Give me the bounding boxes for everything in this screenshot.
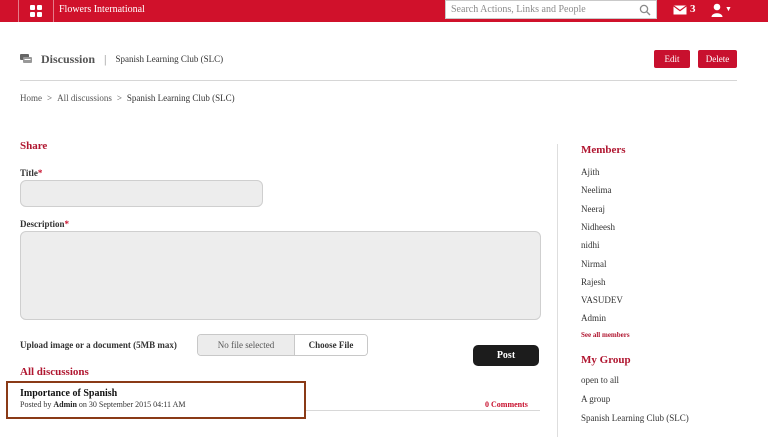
page-subtitle: Spanish Learning Club (SLC): [115, 54, 224, 64]
member-item[interactable]: Neelima: [581, 185, 612, 195]
magnifier-icon[interactable]: [639, 4, 651, 16]
post-button[interactable]: Post: [473, 345, 539, 366]
required-mark: *: [37, 168, 43, 178]
share-heading: Share: [20, 140, 48, 152]
member-item[interactable]: Nidheesh: [581, 222, 615, 232]
apps-menu-button[interactable]: [24, 0, 48, 22]
member-item[interactable]: Ajith: [581, 167, 600, 177]
group-item[interactable]: open to all: [581, 375, 619, 385]
brand-name[interactable]: Flowers International: [59, 4, 145, 15]
search-box[interactable]: [445, 0, 657, 19]
description-label-text: Description: [20, 219, 65, 229]
discussion-meta: Posted by Admin on 30 September 2015 04:…: [20, 400, 304, 409]
discussion-title[interactable]: Importance of Spanish: [20, 388, 304, 399]
message-count[interactable]: 3: [690, 3, 696, 15]
file-upload-control[interactable]: No file selected Choose File: [197, 334, 368, 356]
edit-button[interactable]: Edit: [654, 50, 690, 68]
breadcrumb-home[interactable]: Home: [20, 93, 42, 103]
title-field[interactable]: [20, 180, 263, 207]
top-bar: Flowers International 3 ▼: [0, 0, 768, 22]
member-item[interactable]: VASUDEV: [581, 295, 623, 305]
member-item[interactable]: Admin: [581, 313, 606, 323]
topbar-divider: [53, 0, 54, 22]
posted-by-prefix: Posted by: [20, 400, 52, 409]
file-status: No file selected: [198, 335, 294, 355]
breadcrumb-current: Spanish Learning Club (SLC): [126, 93, 235, 103]
member-item[interactable]: Neeraj: [581, 204, 605, 214]
comments-link[interactable]: 0 Comments: [485, 400, 528, 409]
choose-file-button[interactable]: Choose File: [294, 335, 367, 355]
chevron-down-icon[interactable]: ▼: [725, 5, 732, 13]
title-label-text: Title: [20, 168, 38, 178]
breadcrumb-all-discussions[interactable]: All discussions: [57, 93, 112, 103]
group-item[interactable]: Spanish Learning Club (SLC): [581, 413, 689, 423]
upload-label: Upload image or a document (5MB max): [20, 340, 177, 350]
envelope-icon[interactable]: [673, 5, 687, 15]
breadcrumb-separator: >: [116, 93, 122, 103]
discussion-divider: [306, 410, 540, 411]
members-heading: Members: [581, 144, 626, 156]
user-icon[interactable]: [711, 3, 723, 17]
page-header: Discussion | Spanish Learning Club (SLC): [20, 50, 223, 68]
topbar-divider: [18, 0, 19, 22]
member-item[interactable]: nidhi: [581, 240, 600, 250]
required-mark: *: [64, 219, 70, 229]
description-field[interactable]: [20, 231, 541, 320]
see-all-members-link[interactable]: See all members: [581, 331, 630, 339]
breadcrumb-separator: >: [47, 93, 53, 103]
description-label: Description*: [20, 219, 69, 229]
grid-icon: [30, 5, 42, 17]
all-discussions-heading: All discussions: [20, 366, 89, 378]
sidebar-divider: [557, 144, 558, 437]
member-item[interactable]: Rajesh: [581, 277, 606, 287]
member-item[interactable]: Nirmal: [581, 259, 607, 269]
breadcrumb: Home > All discussions > Spanish Learning Cl…: [20, 93, 235, 103]
search-input[interactable]: [446, 1, 636, 18]
discussion-date: on 30 September 2015 04:11 AM: [78, 400, 186, 409]
group-item[interactable]: A group: [581, 394, 610, 404]
discussion-item[interactable]: Importance of Spanish Posted by Admin on…: [6, 381, 306, 419]
my-group-heading: My Group: [581, 354, 631, 366]
discussion-icon: [20, 54, 32, 63]
page-title: Discussion: [41, 51, 96, 66]
title-label: Title*: [20, 168, 42, 178]
delete-button[interactable]: Delete: [698, 50, 737, 68]
header-divider: [20, 80, 737, 81]
title-separator: |: [104, 51, 107, 66]
discussion-author[interactable]: Admin: [53, 400, 77, 409]
